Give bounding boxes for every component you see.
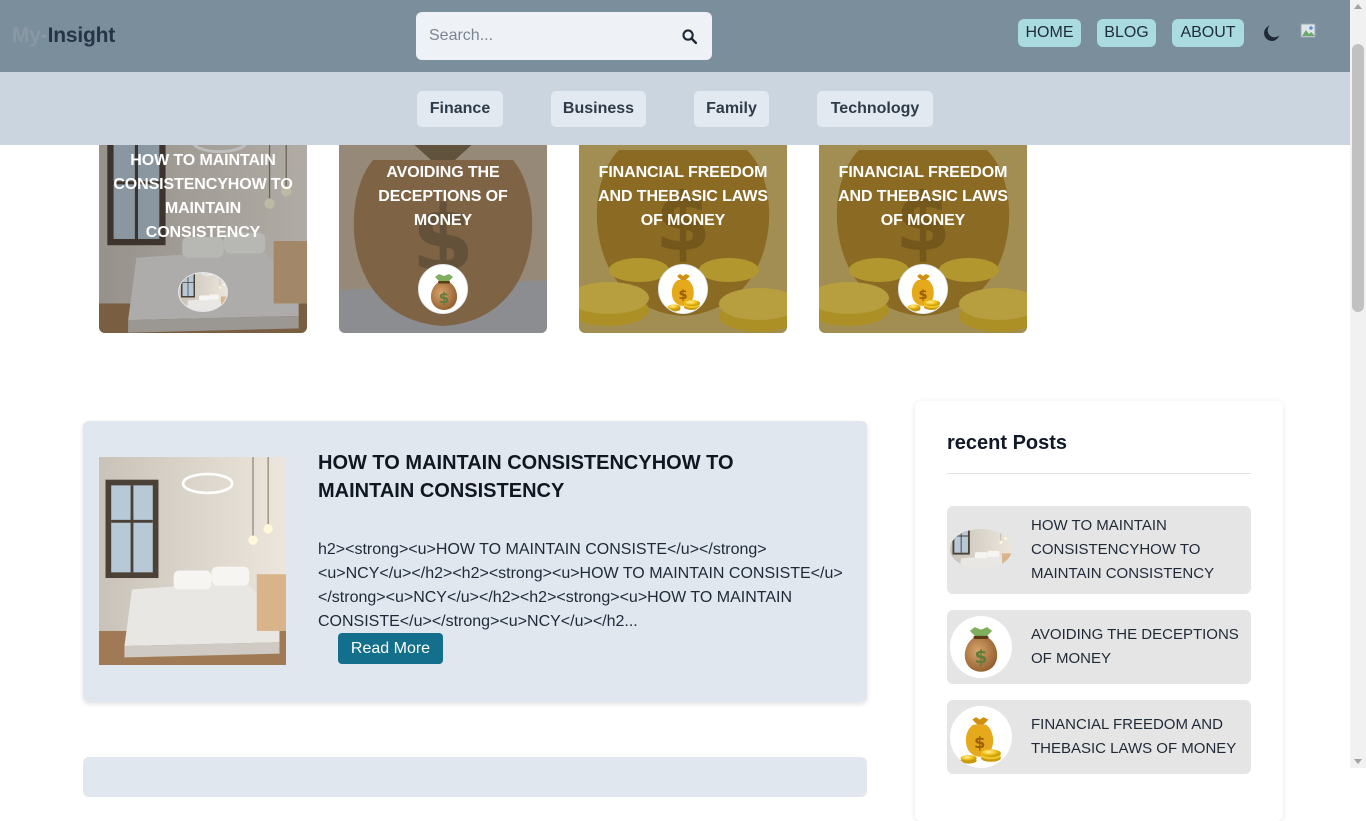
scroll-down-arrow-icon[interactable] bbox=[1354, 759, 1362, 764]
recent-post-title: FINANCIAL FREEDOM AND THEBASIC LAWS OF M… bbox=[1031, 716, 1237, 757]
sidebar-heading: recent Posts bbox=[947, 432, 1068, 454]
page-scrollbar[interactable] bbox=[1350, 0, 1366, 768]
moon-icon[interactable] bbox=[1261, 22, 1283, 44]
scroll-thumb[interactable] bbox=[1352, 44, 1364, 312]
featured-title: FINANCIAL FREEDOM AND THEBASIC LAWS OF M… bbox=[598, 164, 768, 229]
category-label: Business bbox=[562, 100, 635, 117]
nav-home-label: HOME bbox=[1025, 24, 1074, 41]
nav-about-button[interactable]: ABOUT bbox=[1172, 19, 1244, 47]
featured-card-4[interactable]: FINANCIAL FREEDOM AND THEBASIC LAWS OF M… bbox=[819, 120, 1027, 333]
featured-thumbnail bbox=[658, 264, 708, 314]
recent-posts-sidebar: recent Posts HOW TO MAINTAIN CONSISTENCY… bbox=[915, 401, 1283, 821]
search-box bbox=[416, 12, 712, 60]
featured-card-3[interactable]: FINANCIAL FREEDOM AND THEBASIC LAWS OF M… bbox=[579, 120, 787, 333]
post-card-next bbox=[83, 757, 867, 797]
featured-card-1[interactable]: HOW TO MAINTAIN CONSISTENCYHOW TO MAINTA… bbox=[99, 120, 307, 333]
recent-post-item[interactable]: AVOIDING THE DECEPTIONS OF MONEY bbox=[947, 610, 1251, 684]
post-title[interactable]: HOW TO MAINTAIN CONSISTENCYHOW TO MAINTA… bbox=[318, 449, 788, 505]
featured-title: HOW TO MAINTAIN CONSISTENCYHOW TO MAINTA… bbox=[113, 152, 293, 241]
post-card: HOW TO MAINTAIN CONSISTENCYHOW TO MAINTA… bbox=[83, 421, 867, 702]
post-image[interactable] bbox=[99, 457, 286, 665]
divider bbox=[947, 473, 1251, 474]
top-navbar: My-Insight HOME BLOG ABOUT bbox=[0, 0, 1350, 72]
category-label: Finance bbox=[429, 100, 491, 117]
read-more-button[interactable]: Read More bbox=[338, 633, 443, 664]
recent-post-item[interactable]: FINANCIAL FREEDOM AND THEBASIC LAWS OF M… bbox=[947, 700, 1251, 774]
nav-blog-label: BLOG bbox=[1104, 24, 1149, 41]
search-input[interactable] bbox=[429, 27, 680, 45]
featured-title: FINANCIAL FREEDOM AND THEBASIC LAWS OF M… bbox=[838, 164, 1008, 229]
scroll-up-arrow-icon[interactable] bbox=[1354, 4, 1362, 9]
category-bar: Finance Business Family Technology bbox=[0, 72, 1350, 145]
nav-about-label: ABOUT bbox=[1180, 24, 1236, 41]
logo-part-1: My- bbox=[12, 24, 48, 47]
post-excerpt: h2><strong><u>HOW TO MAINTAIN CONSISTE</… bbox=[318, 541, 843, 630]
site-logo[interactable]: My-Insight bbox=[12, 24, 115, 48]
featured-thumbnail bbox=[178, 272, 228, 312]
featured-title: AVOIDING THE DECEPTIONS OF MONEY bbox=[378, 164, 508, 229]
category-finance[interactable]: Finance bbox=[417, 91, 503, 127]
recent-post-title: AVOIDING THE DECEPTIONS OF MONEY bbox=[1031, 626, 1239, 667]
logo-part-2: Insight bbox=[47, 24, 116, 47]
nav-blog-button[interactable]: BLOG bbox=[1097, 19, 1156, 47]
recent-post-thumbnail bbox=[950, 616, 1012, 678]
recent-post-thumbnail bbox=[950, 529, 1012, 569]
category-technology[interactable]: Technology bbox=[817, 91, 933, 127]
recent-post-thumbnail bbox=[950, 706, 1012, 768]
category-label: Technology bbox=[830, 100, 920, 117]
featured-thumbnail bbox=[418, 264, 468, 314]
nav-home-button[interactable]: HOME bbox=[1018, 19, 1081, 47]
search-icon[interactable] bbox=[680, 27, 698, 45]
category-family[interactable]: Family bbox=[694, 91, 769, 127]
category-label: Family bbox=[706, 100, 757, 117]
category-business[interactable]: Business bbox=[551, 91, 646, 127]
featured-thumbnail bbox=[898, 264, 948, 314]
recent-post-item[interactable]: HOW TO MAINTAIN CONSISTENCYHOW TO MAINTA… bbox=[947, 506, 1251, 594]
recent-post-title: HOW TO MAINTAIN CONSISTENCYHOW TO MAINTA… bbox=[1031, 517, 1215, 582]
featured-card-2[interactable]: AVOIDING THE DECEPTIONS OF MONEY bbox=[339, 120, 547, 333]
avatar[interactable] bbox=[1300, 22, 1318, 40]
